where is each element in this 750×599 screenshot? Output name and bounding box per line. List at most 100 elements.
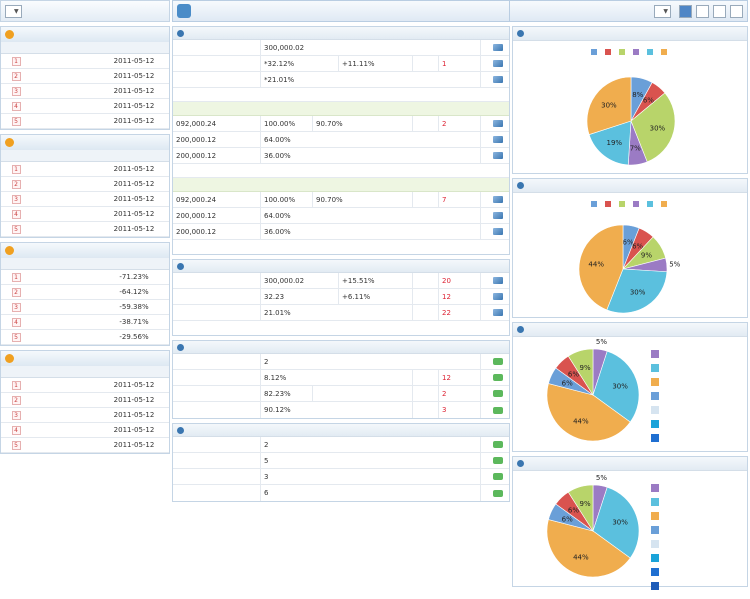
- media-header: [173, 424, 509, 437]
- table-row[interactable]: 3 2011-05-12: [1, 84, 169, 99]
- metric-row: 2: [173, 437, 509, 453]
- table-row[interactable]: 5 2011-05-12: [1, 438, 169, 453]
- left-panels: 1 2011-05-12 2 2011-05-12 3 2011-05-12 4 2011-0…: [0, 26, 170, 454]
- pie-chart: 5%30%44%6%6%9%: [546, 338, 640, 442]
- chart-icon[interactable]: [487, 132, 509, 147]
- period-quarter-button[interactable]: [713, 4, 726, 18]
- chart-icon[interactable]: [487, 305, 509, 320]
- period-year-button[interactable]: [730, 4, 743, 18]
- left-column: ▼ 1 2011-05-12 2 2011-05-12 3 2011-05-12 4 2011…: [0, 0, 170, 470]
- row-number: 5: [11, 224, 21, 234]
- metric-value: *21.01%: [261, 72, 481, 87]
- chart-icon[interactable]: [487, 40, 509, 55]
- table-row[interactable]: 2 -64.12%: [1, 285, 169, 300]
- table-row[interactable]: 5 -29.56%: [1, 330, 169, 345]
- row-value: -59.38%: [119, 303, 149, 311]
- metric-row: 200,000.12 36.00%: [173, 224, 509, 240]
- dept-select[interactable]: ▼: [5, 4, 22, 18]
- metric-value: 32.23: [261, 289, 339, 304]
- table-row[interactable]: 1 -71.23%: [1, 270, 169, 285]
- table-row[interactable]: 4 2011-05-12: [1, 423, 169, 438]
- table-row[interactable]: 4 -38.71%: [1, 315, 169, 330]
- metric-note: [173, 164, 509, 178]
- chart-icon[interactable]: [487, 56, 509, 71]
- legend-swatch: [651, 511, 659, 520]
- panel-header: [1, 27, 169, 42]
- metric-row: 200,000.12 64.00%: [173, 208, 509, 224]
- message-icon[interactable]: [487, 485, 509, 501]
- chart-icon[interactable]: [487, 273, 509, 288]
- metric-value: 5: [261, 453, 481, 468]
- table-row[interactable]: 2 2011-05-12: [1, 393, 169, 408]
- table-row[interactable]: 3 2011-05-12: [1, 408, 169, 423]
- table-row[interactable]: 1 2011-05-12: [1, 54, 169, 69]
- table-row[interactable]: 4 2011-05-12: [1, 207, 169, 222]
- message-icon[interactable]: [487, 469, 509, 484]
- period-month-button[interactable]: [696, 4, 709, 18]
- period-day-button[interactable]: [679, 4, 692, 18]
- metric-label: [173, 402, 261, 418]
- metric-percent: 36.00%: [261, 224, 481, 239]
- table-row[interactable]: 5 2011-05-12: [1, 222, 169, 237]
- legend-swatch: [647, 201, 653, 207]
- table-row[interactable]: 2 2011-05-12: [1, 177, 169, 192]
- message-icon[interactable]: [487, 437, 509, 452]
- chart-icon[interactable]: [487, 72, 509, 87]
- chart-icon[interactable]: [487, 289, 509, 304]
- table-row[interactable]: 1 2011-05-12: [1, 378, 169, 393]
- chart-icon[interactable]: [487, 116, 509, 131]
- table-row[interactable]: 5 2011-05-12: [1, 114, 169, 129]
- message-icon[interactable]: [487, 354, 509, 369]
- table-row[interactable]: 4 2011-05-12: [1, 99, 169, 114]
- legend-swatch: [651, 433, 659, 442]
- month-select[interactable]: ▼: [654, 4, 671, 18]
- metric-percent: 36.00%: [261, 148, 481, 163]
- table-row[interactable]: 3 -59.38%: [1, 300, 169, 315]
- legend-item: [651, 483, 664, 492]
- legend-item: [651, 419, 664, 428]
- slice-label: 5%: [596, 338, 607, 346]
- metric-row: 21.01% 22: [173, 305, 509, 321]
- chart-icon[interactable]: [487, 148, 509, 163]
- metric-row: 32.23 +6.11% 12: [173, 289, 509, 305]
- legend-swatch: [605, 49, 611, 55]
- metric-row: 092,000.24 100.00% 90.70% 2: [173, 116, 509, 132]
- lightbulb-icon: [5, 354, 14, 363]
- table-header-row: [1, 258, 169, 270]
- message-icon[interactable]: [487, 402, 509, 418]
- legend-item: [651, 363, 664, 372]
- message-icon[interactable]: [487, 370, 509, 385]
- metric-value: 90.12%: [261, 402, 413, 418]
- legend-swatch: [591, 49, 597, 55]
- slice-label: 30%: [601, 101, 617, 109]
- legend-swatch: [651, 553, 659, 562]
- metric-label: [173, 386, 261, 401]
- metric-label: [173, 370, 261, 385]
- chart-icon[interactable]: [487, 224, 509, 239]
- chart-legend: [513, 199, 747, 209]
- metric-amount: 200,000.12: [173, 224, 261, 239]
- row-number: 4: [11, 317, 21, 327]
- row-number: 5: [11, 116, 21, 126]
- slice-label: 44%: [573, 417, 589, 425]
- slice-label: 44%: [573, 553, 589, 561]
- chart-icon[interactable]: [487, 208, 509, 223]
- left-panel: 1 2011-05-12 2 2011-05-12 3 2011-05-12 4 2011-0…: [0, 134, 170, 238]
- metric-amount: 200,000.12: [173, 132, 261, 147]
- slice-label: 30%: [650, 124, 666, 132]
- table-row[interactable]: 1 2011-05-12: [1, 162, 169, 177]
- main-header: [172, 0, 510, 22]
- metric-value: 3: [261, 469, 481, 484]
- row-number: 1: [11, 56, 21, 66]
- left-panel: 1 2011-05-12 2 2011-05-12 3 2011-05-12 4 2011-0…: [0, 26, 170, 130]
- metric-row: 300,000.02 +15.51% 20: [173, 273, 509, 289]
- table-row[interactable]: 2 2011-05-12: [1, 69, 169, 84]
- legend-item: [647, 200, 655, 208]
- message-icon[interactable]: [487, 386, 509, 401]
- chart-icon[interactable]: [487, 192, 509, 207]
- row-number: 3: [11, 86, 21, 96]
- metric-row: *21.01%: [173, 72, 509, 88]
- chart-card: 5% 30% 44% 6% 6% 9%: [512, 322, 748, 452]
- table-row[interactable]: 3 2011-05-12: [1, 192, 169, 207]
- message-icon[interactable]: [487, 453, 509, 468]
